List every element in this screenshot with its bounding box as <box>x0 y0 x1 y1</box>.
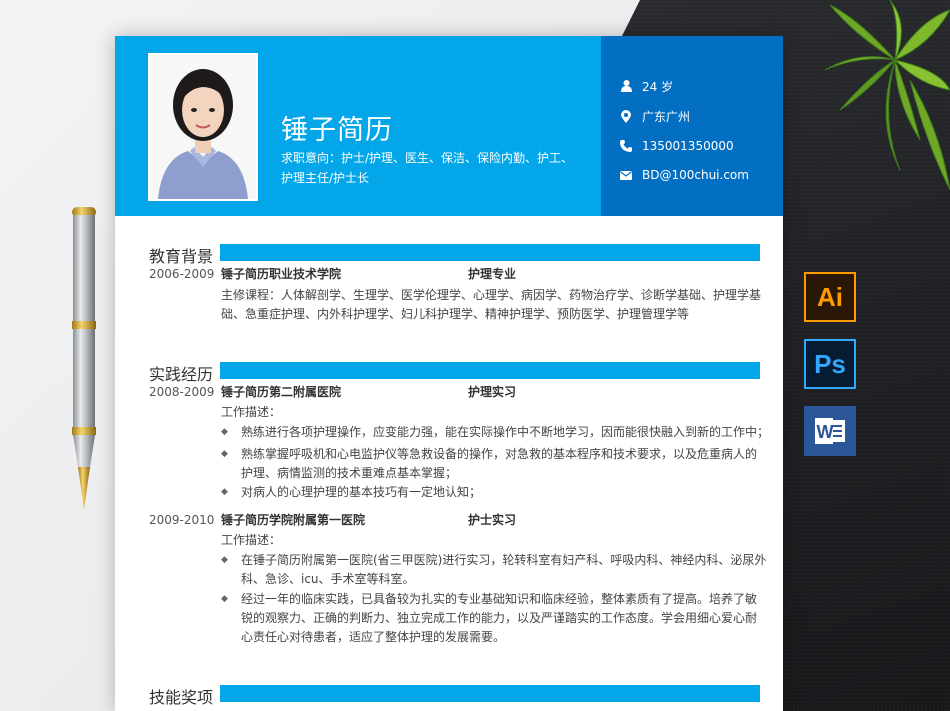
education-courses-line-1: 主修课程：人体解剖学、生理学、医学伦理学、心理学、病因学、药物治疗学、诊断学基础… <box>221 288 762 302</box>
job-1-bullet-1: 熟练进行各项护理操作，应变能力强，能在实际操作中不断地学习，因而能很快融入到新的… <box>241 425 770 439</box>
job-2-desc-label: 工作描述： <box>221 533 282 547</box>
diamond-bullet-icon: ◆ <box>221 487 228 497</box>
location-pin-icon <box>620 109 632 123</box>
phone-text: 135001350000 <box>642 139 734 153</box>
email-text: BD@100chui.com <box>642 168 749 182</box>
education-title-bar <box>220 244 760 261</box>
education-major: 护理专业 <box>468 267 517 281</box>
job-2-bullet-2-line-2: 锐的观察力、正确的判断力、独立完成工作的能力，以及严谨踏实的工作态度。学会用细心… <box>241 611 758 625</box>
skills-title-bar <box>220 685 760 702</box>
education-school: 锤子简历职业技术学院 <box>221 267 342 281</box>
location-text: 广东广州 <box>642 109 691 124</box>
practice-title: 实践经历 <box>149 365 214 384</box>
job-1-bullet-2-line-2: 护理、病情监测的技术重难点基本掌握； <box>241 466 458 480</box>
phone-icon <box>620 139 632 153</box>
job-2-bullet-1-line-1: 在锤子简历附属第一医院(省三甲医院)进行实习，轮转科室有妇产科、呼吸内科、神经内… <box>241 553 767 567</box>
user-icon <box>620 79 632 93</box>
svg-text:W: W <box>817 422 834 442</box>
info-location: 广东广州 <box>620 106 690 126</box>
skills-title: 技能奖项 <box>149 688 214 707</box>
diamond-bullet-icon: ◆ <box>221 449 228 459</box>
job-2-role: 护士实习 <box>468 513 517 527</box>
resume-name: 锤子简历 <box>281 115 393 146</box>
job-1-org: 锤子简历第二附属医院 <box>221 385 342 399</box>
job-1-desc-label: 工作描述： <box>221 405 282 419</box>
pen-decoration <box>72 207 96 510</box>
job-2-org: 锤子简历学院附属第一医院 <box>221 513 366 527</box>
profile-photo <box>148 53 258 201</box>
education-title: 教育背景 <box>149 247 214 266</box>
contact-panel <box>601 36 783 216</box>
diamond-bullet-icon: ◆ <box>221 594 228 604</box>
diamond-bullet-icon: ◆ <box>221 427 228 437</box>
plant-decoration <box>824 0 950 191</box>
job-intent: 求职意向：护士/护理、医生、保洁、保险内勤、护工、 护理主任/护士长 <box>281 148 581 188</box>
job-2-bullet-2-line-3: 心责任心对待患者，适应了整体护理的发展需要。 <box>241 630 506 644</box>
info-age: 24 岁 <box>620 76 673 96</box>
illustrator-icon: Ai <box>804 272 856 322</box>
education-date: 2006-2009 <box>149 267 215 281</box>
mail-icon <box>620 168 632 182</box>
job-1-bullet-3: 对病人的心理护理的基本技巧有一定地认知； <box>241 485 482 499</box>
job-2-date: 2009-2010 <box>149 513 215 527</box>
job-1-bullet-2-line-1: 熟练掌握呼吸机和心电监护仪等急救设备的操作，对急救的基本程序和技术要求，以及危重… <box>241 447 758 461</box>
job-intent-line-1: 求职意向：护士/护理、医生、保洁、保险内勤、护工、 <box>281 151 574 165</box>
job-2-bullet-2-line-1: 经过一年的临床实践，已具备较为扎实的专业基础知识和临床经验，整体素质有了提高。培… <box>241 592 758 606</box>
job-1-date: 2008-2009 <box>149 385 215 399</box>
resume-page: 锤子简历 求职意向：护士/护理、医生、保洁、保险内勤、护工、 护理主任/护士长 … <box>115 36 783 711</box>
info-phone: 135001350000 <box>620 136 734 156</box>
job-2-bullet-1-line-2: 科、急诊、icu、手术室等科室。 <box>241 572 415 586</box>
job-intent-line-2: 护理主任/护士长 <box>281 171 370 185</box>
job-1-role: 护理实习 <box>468 385 517 399</box>
age-text: 24 岁 <box>642 79 674 94</box>
photoshop-icon: Ps <box>804 339 856 389</box>
word-icon: W <box>804 406 856 456</box>
diamond-bullet-icon: ◆ <box>221 555 228 565</box>
education-courses-line-2: 础、急重症护理、内外科护理学、妇儿科护理学、精神护理学、预防医学、护理管理学等 <box>221 307 690 321</box>
info-email: BD@100chui.com <box>620 165 749 185</box>
practice-title-bar <box>220 362 760 379</box>
